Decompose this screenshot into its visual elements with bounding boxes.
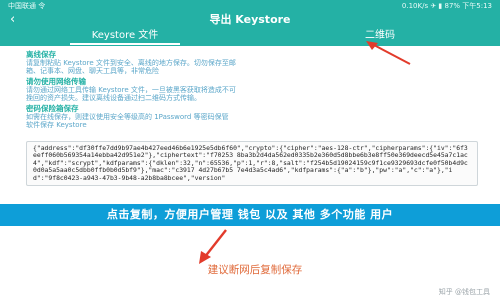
section-text: 如需在线保存，则建议使用安全等级高的 1Password 等密码保管 xyxy=(26,113,229,121)
section-title: 密码保险箱保存 xyxy=(26,104,79,113)
page-title: 导出 Keystore xyxy=(209,13,291,26)
app-bar: ‹ 导出 Keystore xyxy=(0,12,500,28)
copy-keystore-button[interactable]: 建议断网后复制保存 xyxy=(150,262,360,278)
section-text: 挽回的资产损失。建议离线设备通过扫二维码方式传输。 xyxy=(26,94,201,102)
section-text: 软件保存 Keystore xyxy=(26,121,87,129)
annotation-arrow-icon xyxy=(366,41,411,65)
section-password-vault: 密码保险箱保存 如需在线保存，则建议使用安全等级高的 1Password 等密码… xyxy=(26,104,476,129)
tab-bar: Keystore 文件 二维码 xyxy=(0,28,500,46)
annotation-banner: 点击复制，方便用户管理 钱包 以及 其他 多个功能 用户 xyxy=(0,204,500,226)
status-carrier: 中国联通 令 xyxy=(8,2,46,10)
section-no-network: 请勿使用网络传输 请勿通过网络工具传输 Keystore 文件，一旦被黑客获取将… xyxy=(26,77,476,102)
section-text: 请勿通过网络工具传输 Keystore 文件，一旦被黑客获取将造成不可 xyxy=(26,86,236,94)
status-indicators: 0.10K/s ✈ ▮ 87% 下午5:13 xyxy=(401,2,492,10)
watermark: 知乎 @钱包工具 xyxy=(438,288,490,296)
status-bar: 中国联通 令 0.10K/s ✈ ▮ 87% 下午5:13 xyxy=(0,0,500,12)
keystore-text-area[interactable]: {"address":"df30ffe7dd9b97ae4b427eed46b6… xyxy=(26,141,478,186)
annotation-arrow-icon xyxy=(199,229,227,264)
section-title: 请勿使用网络传输 xyxy=(26,77,86,86)
tab-keystore-file[interactable]: Keystore 文件 xyxy=(60,28,190,46)
